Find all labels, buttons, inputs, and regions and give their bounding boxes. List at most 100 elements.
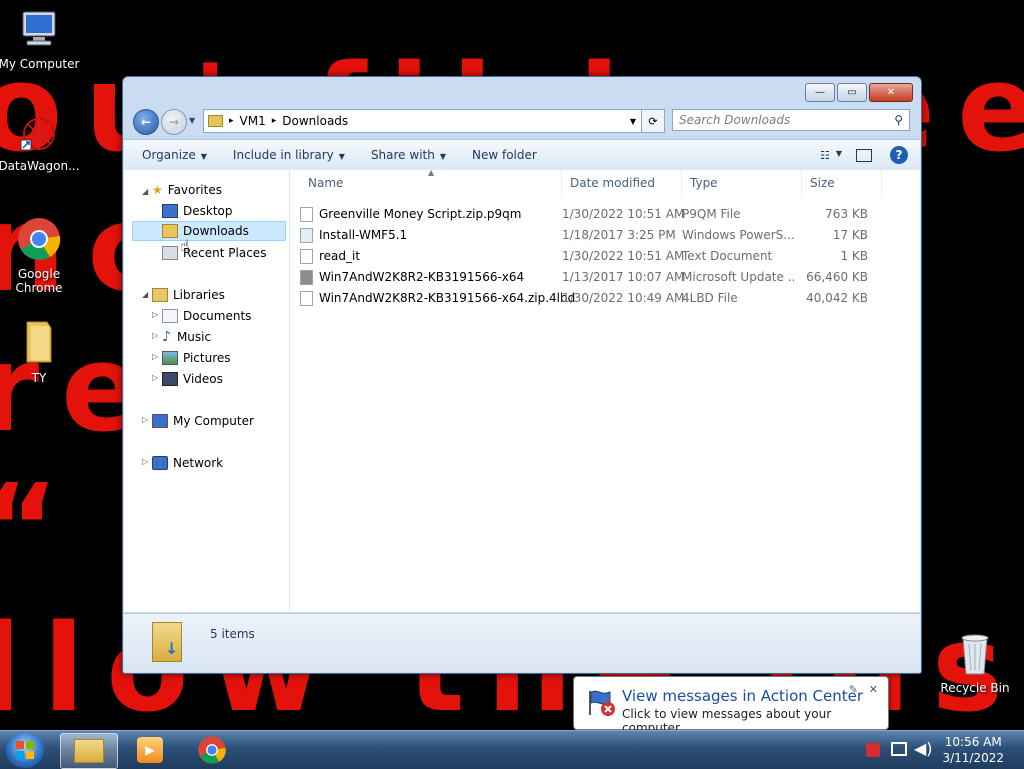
taskbar: ▶ ◀) 10:56 AM 3/11/2022 — [0, 730, 1024, 769]
chevron-down-icon: ▼ — [338, 152, 345, 161]
nav-downloads[interactable]: Downloads — [132, 221, 286, 241]
file-size: 763 KB — [825, 207, 868, 221]
desktop-icon-my-computer[interactable]: My Computer — [0, 8, 81, 71]
desktop-icon-google-chrome[interactable]: Google Chrome — [0, 216, 81, 295]
nav-label: Network — [173, 456, 224, 470]
nav-network[interactable]: Network — [152, 453, 223, 473]
expand-triangle-icon[interactable]: ▷ — [142, 415, 148, 424]
new-folder-button[interactable]: New folder — [472, 148, 537, 162]
desktop-icon-recycle-bin[interactable]: Recycle Bin — [933, 632, 1017, 695]
file-type: Text Document — [682, 249, 773, 263]
nav-libraries[interactable]: Libraries — [152, 285, 225, 305]
preview-pane-button[interactable] — [856, 148, 872, 162]
back-button[interactable]: ← — [133, 109, 159, 135]
file-row[interactable]: Install-WMF5.1 1/18/2017 3:25 PM Windows… — [300, 225, 880, 245]
nav-music[interactable]: ♪ Music — [162, 327, 211, 347]
column-header-type[interactable]: Type — [682, 170, 802, 196]
search-box[interactable]: Search Downloads ⚲ — [672, 109, 910, 131]
file-name: Greenville Money Script.zip.p9qm — [319, 207, 522, 221]
nav-videos[interactable]: Videos — [162, 369, 223, 389]
network-tray-icon[interactable] — [891, 742, 907, 756]
view-options-button[interactable]: ☷ ▼ — [820, 149, 842, 162]
nav-my-computer[interactable]: My Computer — [152, 411, 254, 431]
desktop-icon-datawagon[interactable]: DataWagon... — [0, 114, 81, 173]
nav-label: My Computer — [173, 414, 254, 428]
help-icon[interactable]: ? — [890, 146, 908, 164]
close-button[interactable]: ✕ — [869, 83, 913, 102]
file-name: read_it — [319, 249, 361, 263]
file-row[interactable]: Win7AndW2K8R2-KB3191566-x64 1/13/2017 10… — [300, 267, 880, 287]
include-in-library-button[interactable]: Include in library ▼ — [233, 148, 345, 162]
address-history-chevron-down-icon[interactable]: ▼ — [630, 117, 636, 126]
nav-label: Pictures — [183, 351, 231, 365]
address-bar[interactable]: ▸ VM1 ▸ Downloads ▼ — [203, 109, 663, 133]
videos-icon — [162, 372, 178, 386]
volume-tray-icon[interactable]: ◀) — [914, 739, 933, 758]
organize-button[interactable]: Organize ▼ — [142, 148, 207, 162]
file-type: P9QM File — [682, 207, 741, 221]
desktop-icon — [162, 204, 178, 218]
share-with-button[interactable]: Share with ▼ — [371, 148, 446, 162]
expand-triangle-icon[interactable]: ▷ — [152, 352, 158, 361]
file-type: Microsoft Update ... — [682, 270, 794, 284]
recent-places-icon — [162, 246, 178, 260]
column-label: Type — [690, 176, 718, 190]
new-folder-label: New folder — [472, 148, 537, 162]
taskbar-explorer-button[interactable] — [60, 733, 118, 769]
nav-documents[interactable]: Documents — [162, 306, 251, 326]
collapse-triangle-icon[interactable]: ◢ — [142, 187, 148, 196]
options-wrench-icon[interactable]: ✎ — [849, 683, 858, 696]
taskbar-chrome-button[interactable] — [184, 733, 240, 767]
action-center-tray-icon[interactable] — [866, 743, 880, 757]
breadcrumb-separator: ▸ — [229, 116, 234, 126]
file-size: 40,042 KB — [806, 291, 868, 305]
chevron-down-icon: ▼ — [439, 152, 446, 161]
expand-triangle-icon[interactable]: ▷ — [152, 331, 158, 340]
recycle-bin-icon — [933, 632, 1017, 679]
search-icon: ⚲ — [894, 113, 903, 127]
documents-icon — [162, 309, 178, 323]
column-header-size[interactable]: Size — [802, 170, 882, 196]
downloads-folder-icon — [162, 224, 178, 238]
computer-icon — [0, 8, 81, 55]
file-row[interactable]: Win7AndW2K8R2-KB3191566-x64.zip.4lbd 1/3… — [300, 288, 880, 308]
nav-desktop[interactable]: Desktop — [162, 201, 233, 221]
nav-label: Documents — [183, 309, 252, 323]
start-button[interactable] — [6, 732, 44, 768]
notification-close-button[interactable]: ✕ — [869, 683, 878, 696]
desktop-icon-ty-folder[interactable]: TY — [0, 318, 81, 385]
breadcrumb-downloads[interactable]: Downloads — [282, 114, 348, 128]
desktop-icon-label: DataWagon... — [0, 159, 80, 173]
collapse-triangle-icon[interactable]: ◢ — [142, 290, 148, 299]
nav-label: Libraries — [173, 288, 225, 302]
organize-label: Organize — [142, 148, 196, 162]
nav-recent-places[interactable]: Recent Places — [162, 243, 266, 263]
recent-pages-chevron-down-icon[interactable]: ▼ — [189, 116, 195, 125]
breadcrumb-vm1[interactable]: VM1 — [240, 114, 266, 128]
minimize-button[interactable]: — — [805, 83, 835, 102]
mouse-cursor-hand-icon: ☝ — [180, 236, 190, 255]
chrome-icon — [198, 736, 226, 764]
forward-button[interactable]: → — [161, 109, 187, 135]
back-arrow-icon: ← — [140, 115, 152, 129]
nav-pictures[interactable]: Pictures — [162, 348, 231, 368]
column-header-date-modified[interactable]: Date modified — [562, 170, 682, 196]
taskbar-media-player-button[interactable]: ▶ — [122, 733, 178, 767]
refresh-button[interactable]: ⟳ — [641, 109, 665, 133]
search-input[interactable]: Search Downloads — [679, 113, 790, 127]
file-name: Win7AndW2K8R2-KB3191566-x64 — [319, 270, 525, 284]
desktop-icon-label: Google Chrome — [15, 267, 63, 295]
file-row[interactable]: Greenville Money Script.zip.p9qm 1/30/20… — [300, 204, 880, 224]
system-clock[interactable]: 10:56 AM 3/11/2022 — [942, 734, 1004, 766]
nav-favorites[interactable]: ★ Favorites — [152, 180, 222, 200]
expand-triangle-icon[interactable]: ▷ — [142, 457, 148, 466]
pictures-icon — [162, 351, 178, 365]
action-center-notification[interactable]: View messages in Action Center Click to … — [573, 676, 889, 735]
file-size: 1 KB — [840, 249, 868, 263]
notification-title: View messages in Action Center — [622, 687, 864, 705]
file-row[interactable]: read_it 1/30/2022 10:51 AM Text Document… — [300, 246, 880, 266]
maximize-button[interactable]: ▭ — [837, 83, 867, 102]
expand-triangle-icon[interactable]: ▷ — [152, 373, 158, 382]
expand-triangle-icon[interactable]: ▷ — [152, 310, 158, 319]
caption-buttons: — ▭ ✕ — [805, 83, 913, 102]
